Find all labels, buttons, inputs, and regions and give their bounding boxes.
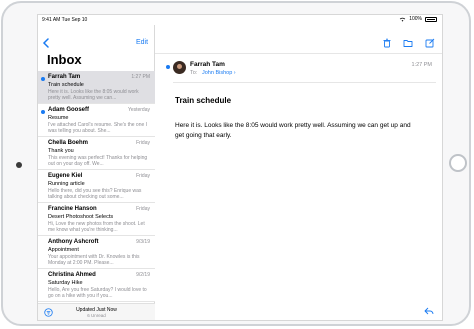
message-subject: Train schedule: [48, 82, 84, 88]
header-divider: [173, 82, 436, 83]
message-sender: Eugene Kiel: [48, 173, 83, 179]
front-camera: [16, 162, 22, 168]
status-time-date: 9:41 AM Tue Sep 10: [42, 17, 87, 23]
detail-subject: Train schedule: [175, 96, 232, 105]
message-subject: Thank you: [48, 148, 74, 154]
recipient-label: To:: [190, 70, 198, 76]
edit-button[interactable]: Edit: [136, 39, 148, 46]
mailbox-pane: Edit Inbox Farrah Tam 1:27 PM Train sche…: [38, 25, 155, 320]
message-preview: This evening was perfect! Thanks for hel…: [48, 155, 148, 167]
mailbox-footer: Updated Just Now 6 Unread: [38, 303, 155, 320]
wifi-icon: [400, 17, 406, 22]
message-preview: Hi, Love the new photos from the shoot. …: [48, 221, 145, 233]
battery-percent: 100%: [409, 16, 422, 22]
ipad-frame: 9:41 AM Tue Sep 10 100% Edit Inbox Farra…: [1, 1, 471, 326]
status-indicators: 100%: [399, 16, 437, 22]
message-time: Yesterday: [127, 107, 150, 113]
message-time: 9/3/19: [136, 239, 150, 245]
message-preview: Hello, Are you free Saturday? I would lo…: [48, 287, 147, 299]
message-detail-pane: Farrah Tam 1:27 PM To: John Bishop › Tra…: [155, 25, 442, 320]
unread-count: 6 Unread: [87, 313, 106, 318]
message-time: Friday: [136, 206, 150, 212]
battery-icon: [425, 16, 437, 22]
avatar: [173, 61, 186, 74]
compose-icon[interactable]: [425, 38, 435, 48]
home-button[interactable]: [449, 154, 467, 172]
message-item-chella-boehm[interactable]: Chella Boehm Friday Thank you This eveni…: [38, 137, 155, 170]
message-item-eugene-kiel[interactable]: Eugene Kiel Friday Running article Hello…: [38, 170, 155, 203]
status-time: 9:41 AM: [42, 17, 61, 23]
message-subject: Appointment: [48, 247, 79, 253]
message-list: Farrah Tam 1:27 PM Train schedule Here i…: [38, 71, 155, 302]
toolbar-divider: [155, 53, 442, 54]
message-sender: Farrah Tam: [48, 74, 81, 80]
recipient-link[interactable]: John Bishop ›: [202, 70, 236, 76]
message-time: Friday: [136, 140, 150, 146]
message-item-adam-gooseff[interactable]: Adam Gooseff Yesterday Resume I've attac…: [38, 104, 155, 137]
page-title: Inbox: [47, 52, 82, 67]
status-date: Tue Sep 10: [61, 17, 88, 23]
message-preview: Your appointment with Dr. Knowles is thi…: [48, 254, 140, 266]
message-item-christina-ahmed[interactable]: Christina Ahmed 9/2/19 Saturday Hike Hel…: [38, 269, 155, 302]
message-subject: Desert Photoshoot Selects: [48, 214, 114, 220]
unread-dot: [166, 65, 170, 69]
message-item-anthony-ashcroft[interactable]: Anthony Ashcroft 9/3/19 Appointment Your…: [38, 236, 155, 269]
message-subject: Running article: [48, 181, 85, 187]
back-chevron-icon[interactable]: [42, 38, 50, 48]
reply-icon[interactable]: [424, 306, 434, 316]
message-time: Friday: [136, 173, 150, 179]
message-preview: Here it is. Looks like the 8:05 would wo…: [48, 89, 139, 101]
message-sender: Anthony Ashcroft: [48, 239, 99, 245]
message-preview: I've attached Carol's resume. She's the …: [48, 122, 148, 134]
message-sender: Christina Ahmed: [48, 272, 96, 278]
detail-body: Here it is. Looks like the 8:05 would wo…: [175, 122, 411, 139]
message-sender: Chella Boehm: [48, 140, 89, 146]
message-subject: Resume: [48, 115, 69, 121]
message-sender: Francine Hanson: [48, 206, 97, 212]
detail-time: 1:27 PM: [411, 62, 432, 68]
folder-icon[interactable]: [403, 38, 413, 48]
message-preview: Hello there, did you see this? Enrique w…: [48, 188, 142, 200]
message-subject: Saturday Hike: [48, 280, 83, 286]
message-sender: Adam Gooseff: [48, 107, 90, 113]
message-item-farrah-tam[interactable]: Farrah Tam 1:27 PM Train schedule Here i…: [38, 71, 155, 104]
message-time: 9/2/19: [136, 272, 150, 278]
detail-sender: Farrah Tam: [190, 61, 225, 68]
unread-dot: [41, 110, 45, 114]
status-bar: 9:41 AM Tue Sep 10 100%: [38, 15, 442, 25]
message-item-francine-hanson[interactable]: Francine Hanson Friday Desert Photoshoot…: [38, 203, 155, 236]
trash-icon[interactable]: [382, 38, 392, 48]
screen: 9:41 AM Tue Sep 10 100% Edit Inbox Farra…: [37, 14, 443, 321]
unread-dot: [41, 77, 45, 81]
message-time: 1:27 PM: [131, 74, 150, 80]
